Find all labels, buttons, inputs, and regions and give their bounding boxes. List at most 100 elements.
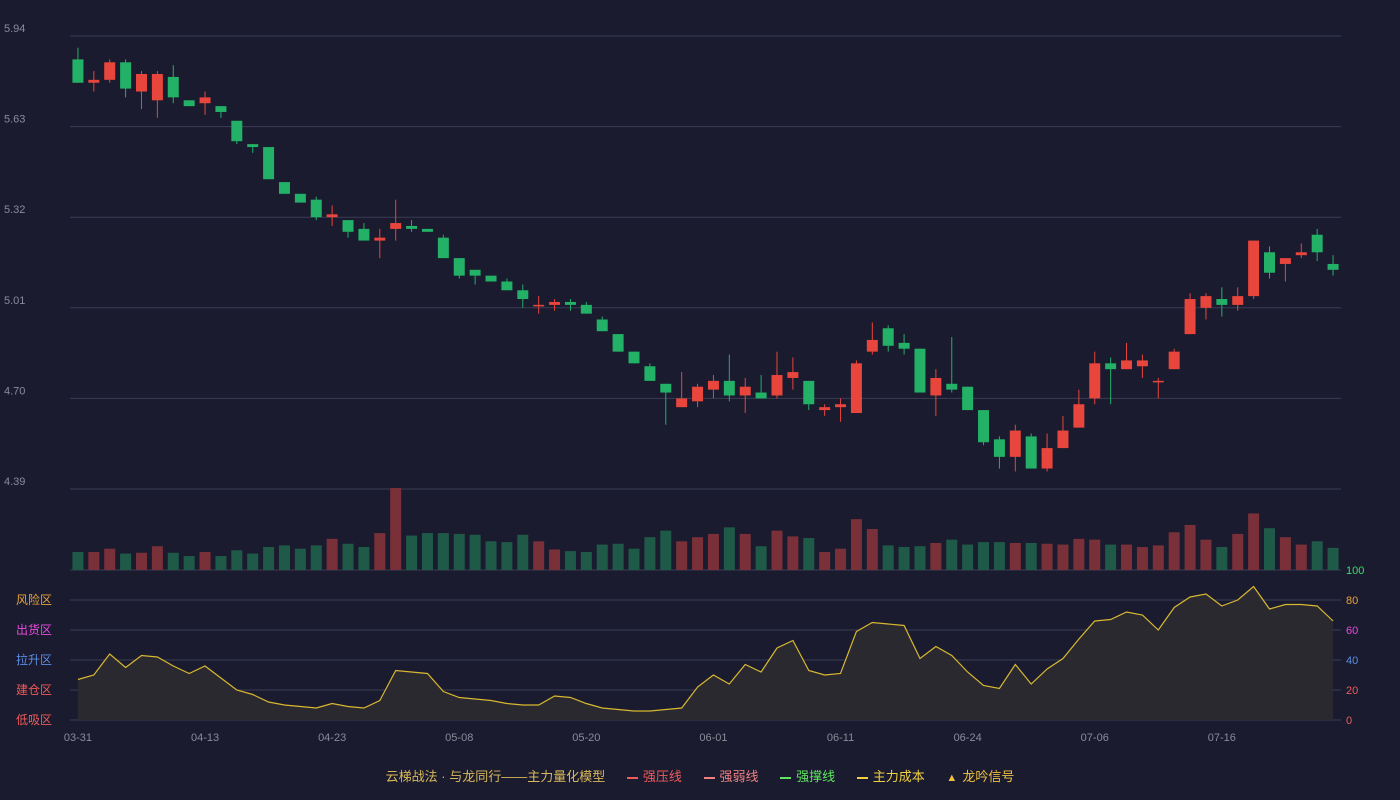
candle xyxy=(310,196,322,221)
candle-body xyxy=(278,182,290,194)
candle-body xyxy=(660,383,672,393)
price-tick-label: 5.63 xyxy=(4,114,25,126)
candle xyxy=(549,299,561,311)
candle xyxy=(707,375,719,399)
candle-body xyxy=(263,147,275,180)
candle-body xyxy=(1311,234,1323,253)
oscillator-tick-label: 20 xyxy=(1346,685,1358,697)
candle-body xyxy=(390,223,402,229)
legend-item-signal[interactable]: ▲ 龙吟信号 xyxy=(946,766,1014,785)
date-tick-label: 07-16 xyxy=(1208,732,1236,744)
date-tick-label: 06-11 xyxy=(827,732,854,744)
candle xyxy=(564,299,576,311)
candle xyxy=(644,363,656,381)
candle xyxy=(231,120,243,145)
candle-body xyxy=(374,237,386,241)
candle xyxy=(406,220,418,232)
volume-bar xyxy=(358,547,370,570)
oscillator-zone-labels: 风险区出货区拉升区建仓区低吸区 xyxy=(16,592,52,727)
candle xyxy=(135,71,147,110)
date-tick-label: 07-06 xyxy=(1081,732,1109,744)
volume-bar xyxy=(517,534,529,570)
volume-bar xyxy=(978,542,990,570)
price-tick-label: 5.32 xyxy=(4,204,25,216)
candle-body xyxy=(183,100,195,107)
candle-body xyxy=(707,380,719,390)
volume-bar xyxy=(390,488,402,570)
candle-body xyxy=(771,375,783,396)
volume-bar xyxy=(135,552,147,570)
volume-bar xyxy=(437,533,449,570)
candle xyxy=(882,325,894,352)
oscillator-axis: 0 20 40 60 80 100 xyxy=(1346,565,1364,727)
candle-body xyxy=(1089,363,1101,399)
candle-body xyxy=(1248,240,1260,297)
candle xyxy=(326,205,338,226)
candle xyxy=(723,354,735,402)
legend-item-cost[interactable]: 主力成本 xyxy=(856,766,925,785)
candle xyxy=(866,322,878,355)
volume-bar xyxy=(564,551,576,570)
volume-bar xyxy=(485,541,497,570)
candle-body xyxy=(819,407,831,411)
volume-bar xyxy=(199,551,211,570)
candle xyxy=(263,147,275,180)
volume-bar xyxy=(263,547,275,570)
candle xyxy=(787,357,799,390)
volume-bar xyxy=(406,535,418,570)
volume-bar xyxy=(962,544,974,570)
candle xyxy=(660,383,672,425)
volume-bar xyxy=(1200,539,1212,570)
date-tick-label: 03-31 xyxy=(64,732,92,744)
candle-body xyxy=(310,199,322,218)
candle xyxy=(1105,357,1117,405)
volume-bar xyxy=(850,519,862,570)
volume-bar xyxy=(803,538,815,570)
volume-bar xyxy=(1073,538,1085,570)
volume-bar xyxy=(183,556,195,570)
legend-item-resistance[interactable]: 强压线 xyxy=(626,766,682,785)
legend-title: 云梯战法 · 与龙同行——主力量化模型 xyxy=(385,769,606,784)
candle-body xyxy=(135,73,147,92)
legend-label: 强弱线 xyxy=(719,769,759,784)
volume-bar xyxy=(1105,544,1117,570)
candle-body xyxy=(1168,351,1180,370)
candle-body xyxy=(437,237,449,259)
volume-bar xyxy=(310,545,322,570)
candle-body xyxy=(1152,380,1164,383)
candle xyxy=(342,220,354,238)
candle xyxy=(898,334,910,355)
oscillator-tick-label: 40 xyxy=(1346,655,1358,667)
candle xyxy=(294,193,306,203)
candle xyxy=(692,383,704,408)
volume-bar xyxy=(104,548,116,570)
candle-body xyxy=(1264,252,1276,273)
candle xyxy=(120,59,132,98)
volume-bar xyxy=(167,552,179,570)
legend-item-support[interactable]: 强撑线 xyxy=(780,766,835,785)
oscillator-line xyxy=(77,585,1334,720)
candle xyxy=(755,375,767,399)
volume-bar xyxy=(1025,542,1037,570)
candle-body xyxy=(692,386,704,402)
candle-body xyxy=(914,348,926,393)
volume-bar xyxy=(787,536,799,570)
candle-body xyxy=(1200,296,1212,308)
legend-item-strength[interactable]: 强弱线 xyxy=(703,766,759,785)
candle xyxy=(485,275,497,282)
candle xyxy=(1121,342,1133,370)
candle xyxy=(167,65,179,104)
candle-body xyxy=(199,97,211,104)
candle-body xyxy=(1279,258,1291,264)
candle-body xyxy=(676,398,688,408)
candle-body xyxy=(787,372,799,378)
volume-bar xyxy=(1279,537,1291,570)
volume-bar xyxy=(755,546,767,570)
candle xyxy=(1279,258,1291,282)
volume-bar xyxy=(88,551,100,570)
volume-bar xyxy=(723,527,735,570)
candle-body xyxy=(1184,299,1196,335)
candle-body xyxy=(358,228,370,241)
date-tick-label: 05-08 xyxy=(445,732,473,744)
candle-body xyxy=(469,269,481,276)
